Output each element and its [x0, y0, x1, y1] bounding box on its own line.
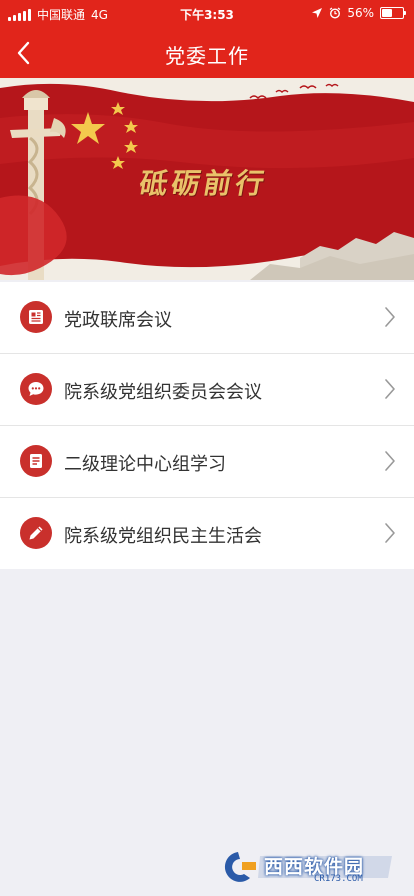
banner: 砥砺前行: [0, 78, 414, 280]
pencil-icon: [20, 517, 52, 549]
document-icon: [20, 301, 52, 333]
menu-item-label: 院系级党组织民主生活会: [64, 526, 262, 547]
page-title: 党委工作: [165, 44, 249, 68]
watermark-subtext: CR173.COM: [314, 874, 363, 884]
menu-item-label: 院系级党组织委员会会议: [64, 382, 262, 403]
nav-bar: 党委工作: [0, 28, 414, 76]
site-watermark: 西西软件园 CR173.COM: [216, 848, 394, 886]
menu-item-theory-study[interactable]: 二级理论中心组学习: [0, 426, 414, 498]
app-screen: 中国联通 4G 下午3:53 56% 党委工作 砥砺前行 党政联席会议 院系级党…: [0, 0, 414, 896]
battery-icon: [380, 7, 406, 19]
location-icon: [312, 8, 323, 18]
battery-percent: 56%: [347, 6, 374, 20]
status-right: 56%: [311, 6, 406, 20]
menu-item-joint-meeting[interactable]: 党政联席会议: [0, 282, 414, 354]
menu-list: 党政联席会议 院系级党组织委员会会议 二级理论中心组学习 院系级党组织民主生活会: [0, 282, 414, 569]
chat-bubble-icon: [20, 373, 52, 405]
chevron-right-icon: [385, 379, 395, 399]
menu-item-democratic-life[interactable]: 院系级党组织民主生活会: [0, 498, 414, 569]
battery-fill: [382, 9, 392, 17]
alarm-icon: [329, 7, 341, 19]
menu-item-committee-meeting[interactable]: 院系级党组织委员会会议: [0, 354, 414, 426]
status-bar: 中国联通 4G 下午3:53 56%: [0, 0, 414, 26]
notes-icon: [20, 445, 52, 477]
header: 中国联通 4G 下午3:53 56% 党委工作: [0, 0, 414, 78]
chevron-right-icon: [385, 451, 395, 471]
chevron-right-icon: [385, 307, 395, 327]
chevron-right-icon: [385, 523, 395, 543]
banner-slogan: 砥砺前行: [136, 167, 271, 200]
menu-item-label: 二级理论中心组学习: [64, 454, 226, 475]
menu-item-label: 党政联席会议: [64, 310, 172, 331]
